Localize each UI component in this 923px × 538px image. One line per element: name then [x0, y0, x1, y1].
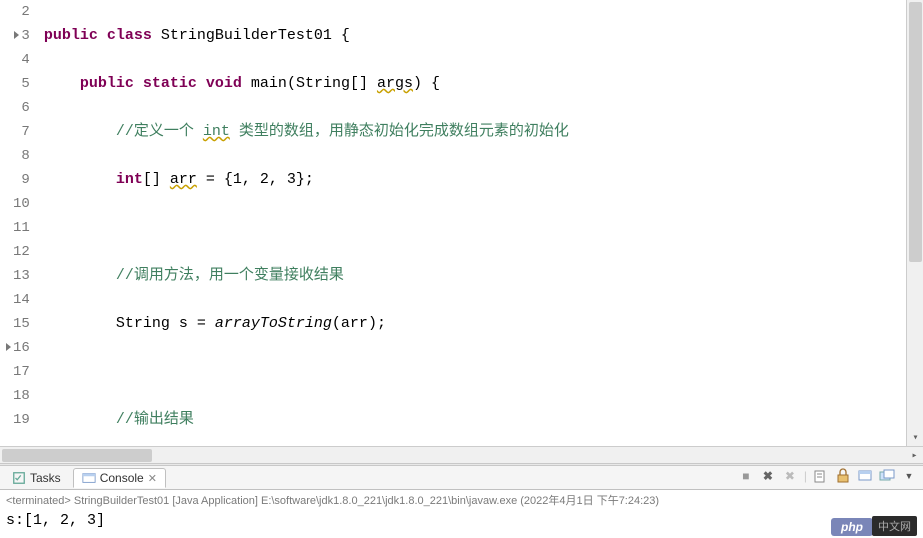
line-number: 2	[6, 0, 30, 24]
pin-console-icon[interactable]	[857, 468, 873, 484]
scrollbar-thumb[interactable]	[909, 2, 922, 262]
fold-icon[interactable]	[6, 343, 11, 351]
scroll-lock-icon[interactable]	[835, 468, 851, 484]
clear-console-icon[interactable]	[813, 468, 829, 484]
scroll-down-icon[interactable]: ▾	[907, 429, 923, 446]
line-number: 16	[6, 336, 30, 360]
code-editor[interactable]: 2 3 4 5 6 7 8 9 10 11 12 13 14 15 16 17 …	[0, 0, 923, 446]
display-selected-icon[interactable]	[879, 468, 895, 484]
tab-console[interactable]: Console ✕	[73, 468, 166, 488]
line-number: 19	[6, 408, 30, 432]
horizontal-scrollbar[interactable]: ▸	[0, 446, 923, 463]
line-number: 7	[6, 120, 30, 144]
line-number: 12	[6, 240, 30, 264]
line-number: 13	[6, 264, 30, 288]
remove-launch-icon[interactable]: ■	[738, 468, 754, 484]
bottom-tabbar: Tasks Console ✕ ■ ✖ ✖ | ▼	[0, 466, 923, 490]
output-text: s:[1, 2, 3]	[6, 512, 105, 529]
remove-all-icon[interactable]: ✖	[760, 468, 776, 484]
line-number: 14	[6, 288, 30, 312]
vertical-scrollbar[interactable]: ▾	[906, 0, 923, 446]
line-number: 4	[6, 48, 30, 72]
close-icon[interactable]: ✕	[148, 472, 157, 485]
line-number: 10	[6, 192, 30, 216]
console-toolbar: ■ ✖ ✖ | ▼	[738, 468, 917, 484]
php-badge: php	[831, 518, 873, 536]
code-content[interactable]: public class StringBuilderTest01 { publi…	[40, 0, 906, 446]
line-number: 6	[6, 96, 30, 120]
fold-icon[interactable]	[14, 31, 19, 39]
line-number: 15	[6, 312, 30, 336]
tab-label: Console	[100, 471, 144, 485]
cn-badge: 中文网	[872, 516, 917, 536]
dropdown-icon[interactable]: ▼	[901, 468, 917, 484]
tab-label: Tasks	[30, 471, 61, 485]
remove-all-grey-icon[interactable]: ✖	[782, 468, 798, 484]
console-icon	[82, 471, 96, 485]
line-number: 18	[6, 384, 30, 408]
console-output[interactable]: s:[1, 2, 3] php 中文网	[0, 510, 923, 538]
line-number: 8	[6, 144, 30, 168]
line-number: 9	[6, 168, 30, 192]
tasks-icon	[12, 471, 26, 485]
line-number: 3	[6, 24, 30, 48]
line-number-gutter: 2 3 4 5 6 7 8 9 10 11 12 13 14 15 16 17 …	[0, 0, 40, 446]
console-status-line: <terminated> StringBuilderTest01 [Java A…	[0, 490, 923, 510]
tab-tasks[interactable]: Tasks	[4, 469, 69, 487]
scroll-right-icon[interactable]: ▸	[906, 447, 923, 464]
line-number: 17	[6, 360, 30, 384]
line-number: 11	[6, 216, 30, 240]
line-number: 5	[6, 72, 30, 96]
scrollbar-thumb[interactable]	[2, 449, 152, 462]
